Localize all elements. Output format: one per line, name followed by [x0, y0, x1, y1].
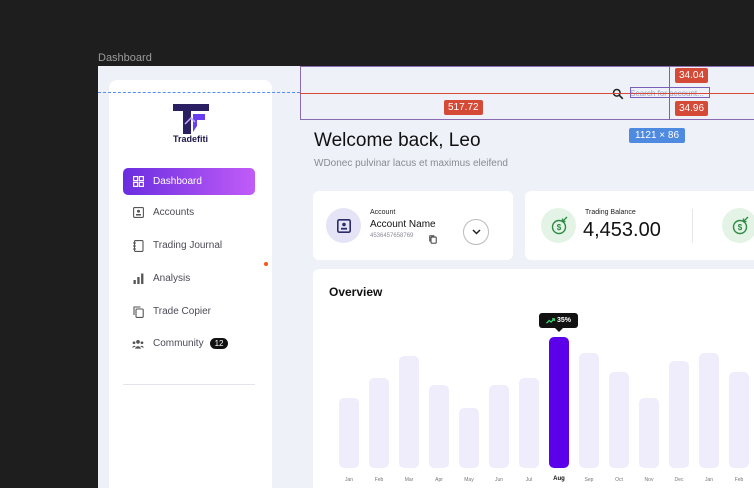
month-label: Jan	[344, 477, 354, 483]
page-subtitle: WDonec pulvinar lacus et maximus eleifen…	[314, 158, 508, 169]
month-label: Mar	[404, 477, 414, 483]
dollar-coin-icon: $	[722, 208, 754, 243]
account-card[interactable]: Account Account Name 4536457658769	[313, 191, 513, 260]
account-number: 4536457658769	[370, 233, 414, 239]
month-label: Feb	[374, 477, 384, 483]
notebook-icon	[132, 239, 144, 252]
sidebar-item-community[interactable]: Community 12	[123, 330, 255, 357]
chart-bar[interactable]	[369, 378, 389, 468]
chart-bar[interactable]	[339, 398, 359, 468]
svg-text:$: $	[556, 223, 561, 232]
account-name: Account Name	[370, 219, 436, 230]
month-label: Nov	[644, 477, 654, 483]
measure-label-bottom: 34.96	[675, 101, 709, 116]
sidebar-item-label: Trading Journal	[153, 240, 223, 251]
sidebar-item-label: Dashboard	[153, 176, 202, 187]
chart-bar[interactable]	[579, 353, 599, 468]
indicator-dot	[264, 262, 268, 266]
month-label: Sep	[584, 477, 594, 483]
month-label: Jul	[525, 477, 533, 483]
frame-label: Dashboard	[98, 52, 152, 64]
month-label: Apr	[435, 477, 443, 483]
chart-bar[interactable]	[699, 353, 719, 468]
sidebar-item-label: Accounts	[153, 207, 195, 218]
card-divider	[692, 209, 693, 243]
chart-bar[interactable]	[429, 385, 449, 468]
account-label: Account	[370, 209, 396, 216]
chart-bar[interactable]	[639, 398, 659, 468]
tooltip-value: 35%	[556, 317, 571, 324]
people-icon	[132, 338, 144, 350]
chart-bar[interactable]	[459, 408, 479, 468]
chart-bar[interactable]	[729, 372, 749, 468]
copy-icon	[132, 305, 144, 318]
notification-badge: 12	[209, 338, 229, 349]
bar-chart-icon	[132, 273, 144, 285]
chart-bar[interactable]	[669, 361, 689, 468]
sidebar-item-dashboard[interactable]: Dashboard	[123, 168, 255, 195]
measure-label-top: 34.04	[675, 68, 709, 83]
account-avatar	[326, 208, 361, 243]
overview-card: Overview 35% Jan Feb Mar Apr May Jun Jul Aug Sep…	[313, 269, 754, 488]
bar-tooltip: 35%	[539, 313, 578, 332]
month-label: Aug	[553, 476, 565, 482]
id-card-icon	[336, 218, 351, 233]
chart-bar[interactable]	[549, 337, 569, 468]
sidebar-item-trading-journal[interactable]: Trading Journal	[123, 232, 255, 259]
month-label: May	[464, 477, 474, 483]
account-dropdown-button[interactable]	[463, 219, 489, 245]
sidebar-divider	[123, 384, 255, 385]
trend-up-icon	[546, 317, 555, 324]
balance-label: Trading Balance	[585, 209, 636, 216]
chevron-down-icon	[471, 229, 481, 235]
copy-icon[interactable]	[429, 231, 437, 249]
chart-bar[interactable]	[489, 385, 509, 468]
chart-bar[interactable]	[519, 378, 539, 468]
month-label: Dec	[674, 477, 684, 483]
sidebar-item-trade-copier[interactable]: Trade Copier	[123, 298, 255, 325]
month-label: Oct	[615, 477, 623, 483]
measure-label-left: 517.72	[444, 100, 483, 115]
search-selection-outline	[630, 87, 710, 98]
svg-text:$: $	[737, 223, 742, 232]
chart-bar[interactable]	[609, 372, 629, 468]
id-card-icon	[132, 207, 144, 219]
sidebar-item-label: Analysis	[153, 273, 191, 284]
page-title: Welcome back, Leo	[314, 130, 481, 151]
grid-icon	[132, 176, 144, 188]
sidebar-item-accounts[interactable]: Accounts	[123, 199, 255, 226]
sidebar: Tradefiti Dashboard Accounts Trading Jou…	[109, 80, 272, 488]
sidebar-item-analysis[interactable]: Analysis	[123, 265, 255, 292]
sidebar-item-label: Trade Copier	[153, 306, 211, 317]
trading-balance-card: $ Trading Balance 4,453.00 $	[525, 191, 754, 260]
tradefiti-logo	[173, 104, 209, 134]
month-label: Feb	[734, 477, 744, 483]
sidebar-item-label: Community	[153, 338, 204, 349]
guide-line	[98, 92, 300, 93]
overview-title: Overview	[329, 285, 383, 299]
dollar-coin-icon: $	[541, 208, 576, 243]
chart-bar[interactable]	[399, 356, 419, 468]
month-label: Jan	[704, 477, 714, 483]
dimension-badge: 1121 × 86	[629, 128, 686, 143]
month-label: Jun	[494, 477, 504, 483]
brand-name: Tradefiti	[172, 134, 208, 144]
balance-value: 4,453.00	[583, 219, 661, 241]
